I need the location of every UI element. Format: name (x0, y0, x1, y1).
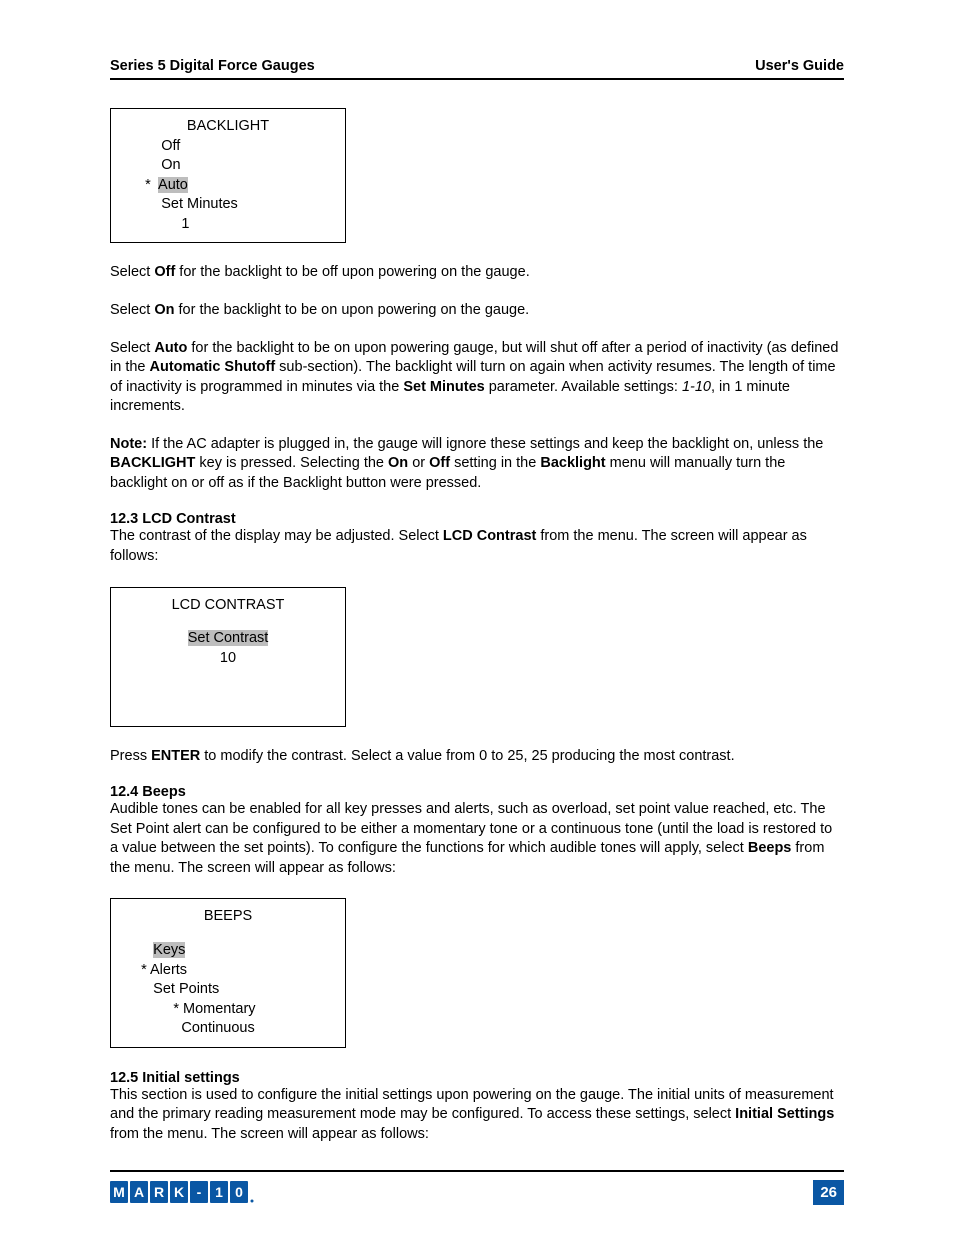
lcd-row: Set Minutes (111, 195, 345, 215)
svg-text:0: 0 (235, 1184, 243, 1200)
lcd-selected: Set Contrast (188, 630, 269, 646)
heading-12-3: 12.3 LCD Contrast (110, 511, 844, 527)
lcd-row: On (111, 156, 345, 176)
header-right: User's Guide (755, 58, 844, 74)
lcd-contrast-screen: LCD CONTRAST Set Contrast 10 (110, 587, 346, 727)
paragraph-enter: Press ENTER to modify the contrast. Sele… (110, 747, 844, 767)
svg-text:K: K (174, 1184, 184, 1200)
paragraph-12-5: This section is used to configure the in… (110, 1086, 844, 1145)
lcd-row: * Momentary (111, 1000, 345, 1020)
lcd-beeps-screen: BEEPS Keys * Alerts Set Points * Momenta… (110, 898, 346, 1047)
heading-12-4: 12.4 Beeps (110, 784, 844, 800)
lcd-row: Keys (111, 941, 345, 961)
lcd-row: Continuous (111, 1019, 345, 1039)
svg-text:1: 1 (215, 1184, 223, 1200)
lcd-row: Set Points (111, 980, 345, 1000)
paragraph-12-3: The contrast of the display may be adjus… (110, 527, 844, 566)
lcd-row: Set Contrast (111, 629, 345, 649)
paragraph-off: Select Off for the backlight to be off u… (110, 263, 844, 283)
paragraph-auto: Select Auto for the backlight to be on u… (110, 339, 844, 417)
lcd-selected: Keys (153, 942, 185, 958)
svg-text:-: - (197, 1184, 202, 1200)
lcd-title: BACKLIGHT (111, 117, 345, 137)
heading-12-5: 12.5 Initial settings (110, 1070, 844, 1086)
lcd-row: * Alerts (111, 961, 345, 981)
header-left: Series 5 Digital Force Gauges (110, 58, 315, 74)
lcd-title: LCD CONTRAST (111, 596, 345, 616)
paragraph-on: Select On for the backlight to be on upo… (110, 301, 844, 321)
svg-text:A: A (134, 1184, 144, 1200)
mark-10-logo: M A R K - 1 0 (110, 1181, 270, 1205)
lcd-row: Off (111, 137, 345, 157)
page-footer: M A R K - 1 0 26 (110, 1170, 844, 1205)
lcd-row: * Auto (111, 176, 345, 196)
lcd-selected: Auto (158, 177, 188, 193)
lcd-backlight-screen: BACKLIGHT Off On * Auto Set Minutes 1 (110, 108, 346, 243)
page-number: 26 (813, 1180, 844, 1205)
paragraph-note: Note: If the AC adapter is plugged in, t… (110, 435, 844, 494)
page-header: Series 5 Digital Force Gauges User's Gui… (110, 58, 844, 80)
lcd-row: 1 (111, 215, 345, 235)
paragraph-12-4: Audible tones can be enabled for all key… (110, 800, 844, 878)
lcd-title: BEEPS (111, 907, 345, 927)
lcd-row: 10 (111, 649, 345, 669)
svg-text:M: M (113, 1184, 125, 1200)
svg-text:R: R (154, 1184, 164, 1200)
